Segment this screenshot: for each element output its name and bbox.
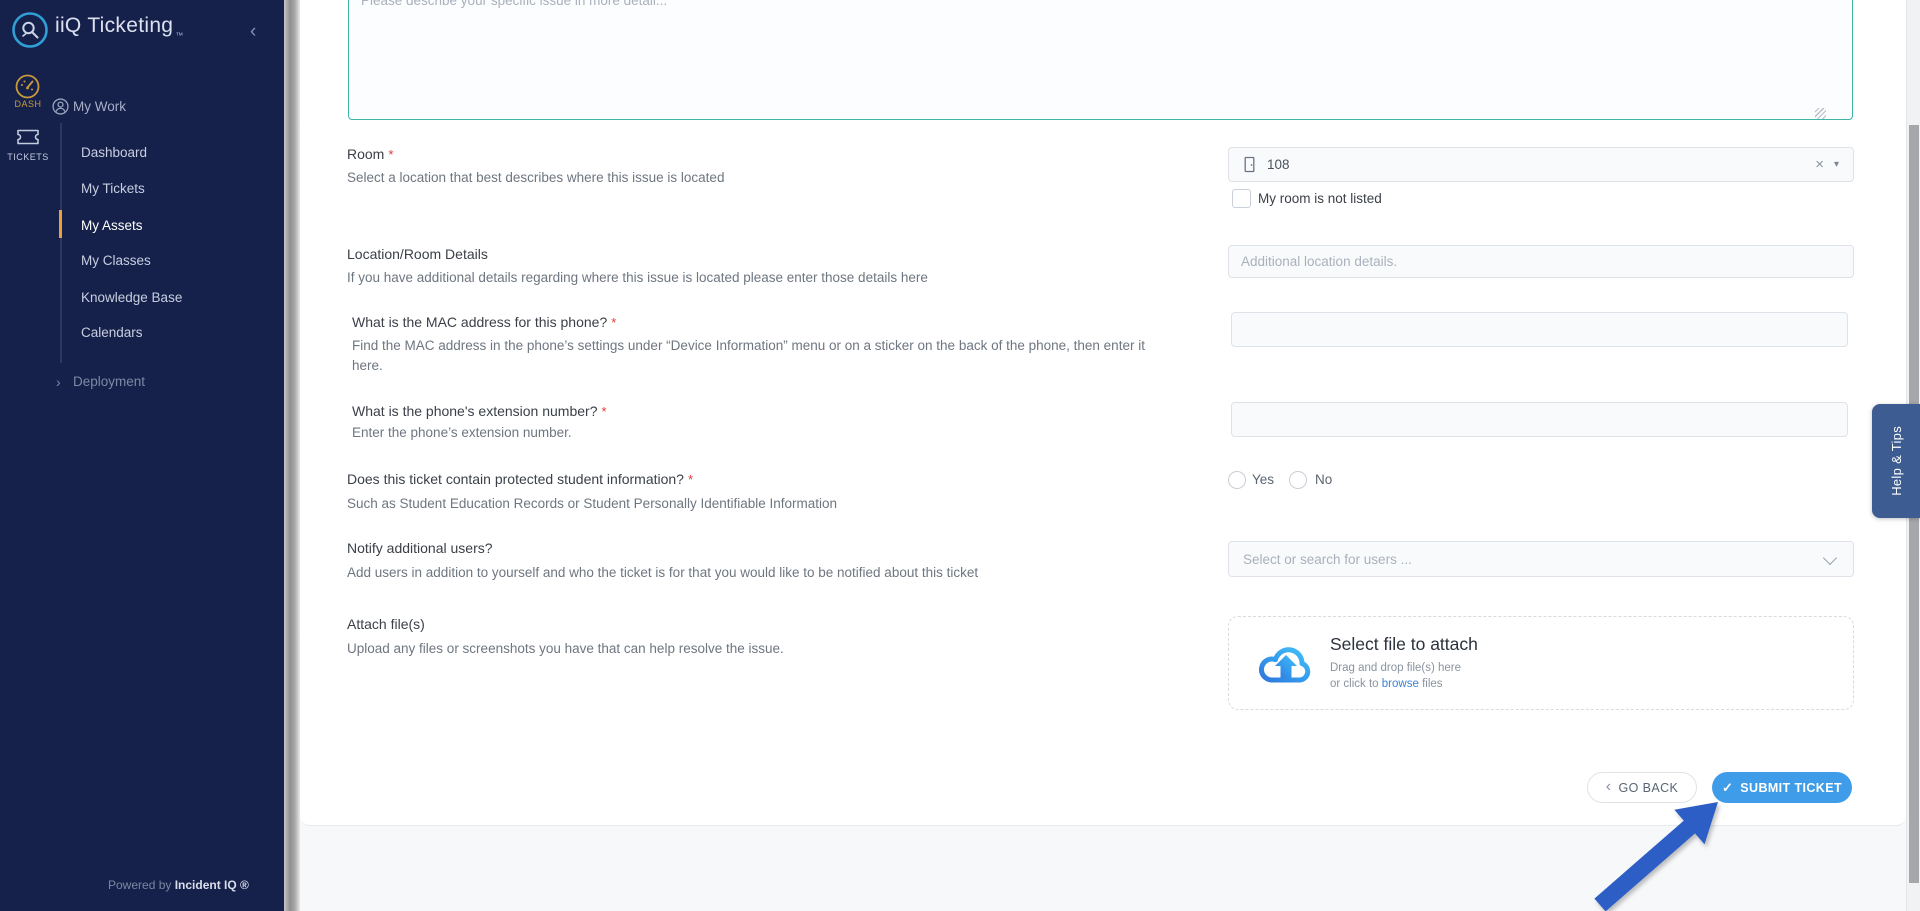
sidebar-item-my-work[interactable]: My Work [73, 99, 126, 114]
browse-link[interactable]: browse [1382, 678, 1419, 690]
sidebar-item-my-tickets[interactable]: My Tickets [81, 180, 145, 198]
attach-line2: or click to browse files [1330, 678, 1443, 690]
my-work-user-icon [52, 98, 69, 120]
door-icon [1242, 156, 1257, 173]
notify-users-description: Add users in addition to yourself and wh… [347, 565, 978, 580]
chevron-down-icon [1823, 551, 1837, 565]
location-details-input[interactable] [1228, 245, 1854, 278]
protected-no-radio[interactable] [1289, 471, 1307, 489]
app-screen: iiQ Ticketing™ ‹ DASH My Work [0, 0, 1920, 911]
caret-down-icon[interactable]: ▾ [1834, 160, 1839, 170]
extension-input[interactable] [1231, 402, 1848, 437]
trademark: ™ [175, 31, 183, 40]
required-asterisk: * [611, 315, 616, 330]
room-select[interactable]: 108 × ▾ [1228, 147, 1854, 182]
room-not-listed-label: My room is not listed [1258, 191, 1382, 206]
sidebar-collapse-icon[interactable]: ‹ [250, 22, 256, 41]
mac-address-input[interactable] [1231, 312, 1848, 347]
powered-by: Powered by Incident IQ ® [108, 878, 249, 892]
sidebar-item-calendars[interactable]: Calendars [81, 324, 143, 342]
protected-yes-radio[interactable] [1228, 471, 1246, 489]
clear-icon[interactable]: × [1815, 157, 1824, 172]
room-label: Room* [347, 146, 393, 162]
protected-info-label: Does this ticket contain protected stude… [347, 471, 693, 487]
rail-tickets-label[interactable]: TICKETS [0, 152, 56, 162]
iiq-logo-icon [10, 10, 50, 50]
powered-by-brand: Incident IQ ® [175, 878, 249, 892]
attach-files-label: Attach file(s) [347, 616, 425, 632]
textarea-resize-handle[interactable] [1815, 108, 1826, 119]
file-dropzone[interactable] [1228, 616, 1854, 710]
extension-label: What is the phone's extension number?* [352, 403, 607, 419]
sidebar: iiQ Ticketing™ ‹ DASH My Work [0, 0, 284, 911]
mac-description: Find the MAC address in the phone’s sett… [352, 336, 1172, 377]
mac-label: What is the MAC address for this phone?* [352, 314, 616, 330]
attach-files-description: Upload any files or screenshots you have… [347, 641, 784, 656]
room-not-listed-checkbox[interactable] [1232, 189, 1251, 208]
help-tips-tab[interactable]: Help & Tips [1872, 404, 1920, 518]
tickets-icon[interactable] [15, 126, 41, 151]
sidebar-item-my-assets[interactable]: My Assets [81, 217, 143, 235]
chevron-right-icon: › [56, 374, 61, 390]
notify-users-placeholder: Select or search for users ... [1243, 552, 1412, 567]
room-description: Select a location that best describes wh… [347, 170, 724, 185]
sidebar-item-knowledge-base[interactable]: Knowledge Base [81, 289, 182, 307]
attach-line1: Drag and drop file(s) here [1330, 662, 1461, 674]
protected-info-description: Such as Student Education Records or Stu… [347, 496, 837, 511]
issue-description-textarea[interactable] [348, 0, 1853, 120]
notify-users-select[interactable]: Select or search for users ... [1228, 541, 1854, 577]
powered-by-prefix: Powered by [108, 878, 171, 892]
left-scrollbar[interactable] [284, 0, 300, 911]
required-asterisk: * [388, 147, 393, 162]
location-details-description: If you have additional details regarding… [347, 270, 928, 285]
required-asterisk: * [602, 404, 607, 419]
location-details-label: Location/Room Details [347, 246, 488, 262]
sidebar-item-my-classes[interactable]: My Classes [81, 252, 151, 270]
rail-dash-label[interactable]: DASH [0, 99, 56, 109]
active-item-indicator [59, 210, 62, 238]
ticket-form-card: Room* Select a location that best descri… [300, 0, 1906, 826]
protected-yes-label: Yes [1252, 472, 1274, 487]
protected-no-label: No [1315, 472, 1332, 487]
attach-title: Select file to attach [1330, 634, 1478, 655]
pointer-arrow-annotation [1560, 780, 1740, 911]
cloud-upload-icon [1256, 636, 1316, 695]
required-asterisk: * [688, 472, 693, 487]
room-value: 108 [1267, 157, 1290, 172]
notify-users-label: Notify additional users? [347, 540, 493, 556]
extension-description: Enter the phone’s extension number. [352, 425, 572, 440]
app-title: iiQ Ticketing™ [55, 14, 182, 38]
sidebar-item-dashboard[interactable]: Dashboard [81, 144, 147, 162]
sidebar-item-deployment[interactable]: Deployment [73, 374, 145, 389]
sidebar-menu-divider [60, 123, 62, 363]
help-tips-label: Help & Tips [1889, 426, 1904, 496]
